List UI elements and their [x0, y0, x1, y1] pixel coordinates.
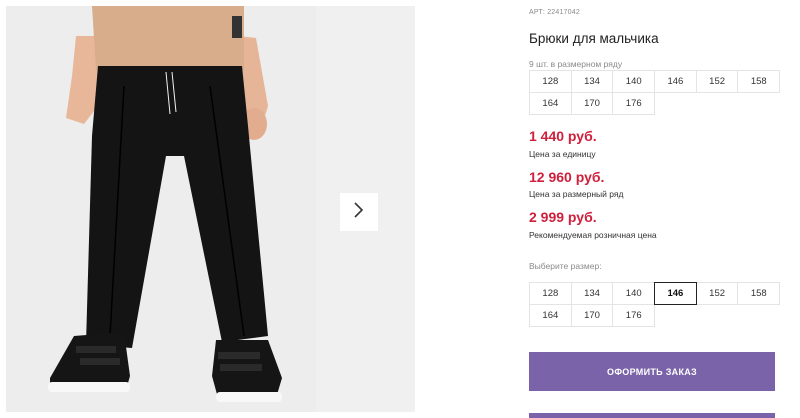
next-photo-button[interactable]	[340, 193, 378, 231]
size-option[interactable]: 164	[529, 304, 572, 327]
product-page: АРТ: 22417042 Брюки для мальчика 9 шт. в…	[0, 0, 800, 418]
pack-price-label: Цена за размерный ряд	[529, 189, 624, 199]
pack-size-cell: 158	[737, 70, 781, 93]
pack-size-cell: 146	[654, 70, 697, 93]
size-selector: 128 134 140 146 152 158 164 170 176	[529, 282, 781, 327]
product-sku: АРТ: 22417042	[529, 9, 580, 16]
unit-price-label: Цена за единицу	[529, 149, 596, 159]
size-option[interactable]: 134	[570, 282, 614, 305]
pack-size-cell: 128	[529, 70, 572, 93]
pack-size-label: 9 шт. в размерном ряду	[529, 59, 623, 69]
size-option[interactable]: 158	[737, 282, 781, 305]
pack-size-cell: 164	[529, 92, 572, 115]
choose-size-label: Выберите размер:	[529, 261, 602, 271]
pack-price: 12 960 руб.	[529, 169, 605, 185]
product-photo[interactable]	[6, 6, 316, 412]
product-title: Брюки для мальчика	[529, 31, 659, 46]
boy-pants-photo	[6, 6, 316, 412]
secondary-action-button[interactable]	[529, 413, 775, 418]
size-option[interactable]: 152	[695, 282, 739, 305]
size-option[interactable]: 170	[570, 304, 614, 327]
size-option[interactable]: 128	[529, 282, 572, 305]
retail-price: 2 999 руб.	[529, 209, 597, 225]
pack-size-cell: 170	[570, 92, 614, 115]
place-order-button[interactable]: ОФОРМИТЬ ЗАКАЗ	[529, 352, 775, 391]
size-option[interactable]: 176	[612, 304, 656, 327]
pack-size-cell: 176	[612, 92, 656, 115]
retail-price-label: Рекомендуемая розничная цена	[529, 230, 657, 240]
size-option[interactable]: 140	[612, 282, 656, 305]
pack-size-cell: 140	[612, 70, 656, 93]
pack-size-grid: 128 134 140 146 152 158 164 170 176	[529, 70, 781, 115]
unit-price: 1 440 руб.	[529, 128, 597, 144]
chevron-right-icon	[353, 201, 365, 224]
size-option-selected[interactable]: 146	[654, 282, 697, 305]
pack-size-cell: 134	[570, 70, 614, 93]
pack-size-cell: 152	[695, 70, 739, 93]
